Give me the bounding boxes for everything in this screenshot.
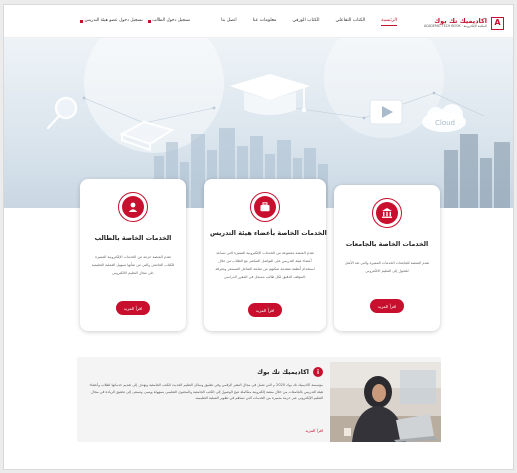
nav-item-interactive-book[interactable]: الكتاب التفاعلي: [336, 17, 366, 26]
logo-subtitle: ACADEMIC TECH BOOK · المكتبة الإلكترونية: [423, 23, 487, 28]
login-icon: [147, 19, 151, 23]
briefcase-icon: [254, 196, 276, 218]
card-icon-ring: [118, 192, 148, 222]
student-icon: [122, 196, 144, 218]
site-header: اكاديميك تك بوك ACADEMIC TECH BOOK · الم…: [4, 5, 513, 38]
card-faculty-services: الخدمات الخاصة بأعضاء هيئة التدريس تقدم …: [204, 179, 327, 331]
about-paragraph: مؤسسة اكاديميك تك بوك 2020 م التي تعمل ف…: [89, 383, 323, 400]
login-icon: [80, 19, 83, 23]
read-more-button[interactable]: اقرأ المزيد: [116, 301, 150, 315]
read-more-button[interactable]: اقرأ المزيد: [248, 303, 282, 317]
card-description: تقدم المنصة مجموعة من الخدمات الإلكتروني…: [215, 251, 315, 279]
about-photo: [330, 362, 441, 442]
auth-links: تسجيل دخول الطالب تسجيل دخول عضو هيئة ال…: [80, 17, 190, 25]
student-login-label: تسجيل دخول الطالب: [152, 18, 191, 23]
faculty-login-label: تسجيل دخول عضو هيئة التدريس: [84, 18, 143, 23]
card-title: الخدمات الخاصة بالجامعات: [345, 240, 429, 248]
nav-item-about[interactable]: معلومات عنا: [253, 17, 277, 26]
about-heading: اكاديميك تك بوك i: [257, 367, 323, 377]
card-description: تقدم المنصة حزمة من الخدمات الإلكترونية …: [91, 255, 175, 275]
card-icon-ring: [250, 192, 280, 222]
university-icon: [376, 202, 398, 224]
main-nav: الرئيسية الكتاب التفاعلي الكتاب الورقي م…: [221, 17, 397, 26]
logo-text: اكاديميك تك بوك ACADEMIC TECH BOOK · الم…: [423, 17, 487, 29]
card-student-services: الخدمات الخاصة بالطالب تقدم المنصة حزمة …: [80, 179, 186, 331]
about-title: اكاديميك تك بوك: [257, 368, 309, 376]
card-title: الخدمات الخاصة بأعضاء هيئة التدريس: [210, 229, 327, 237]
read-more-button[interactable]: اقرأ المزيد: [370, 299, 404, 313]
faculty-login-link[interactable]: تسجيل دخول عضو هيئة التدريس: [80, 17, 143, 25]
about-section: اكاديميك تك بوك i مؤسسة اكاديميك تك بوك …: [77, 357, 441, 442]
card-university-services: الخدمات الخاصة بالجامعات تقدم المنصة للج…: [334, 185, 440, 331]
card-icon-ring: [372, 198, 402, 228]
browser-viewport: اكاديميك تك بوك ACADEMIC TECH BOOK · الم…: [3, 4, 514, 470]
about-read-more-link[interactable]: اقرأ المزيد: [305, 428, 323, 433]
card-title: الخدمات الخاصة بالطالب: [94, 234, 172, 242]
nav-item-paper-book[interactable]: الكتاب الورقي: [292, 17, 319, 26]
nav-item-contact[interactable]: اتصل بنا: [221, 17, 237, 26]
logo-mark-icon: A: [491, 16, 504, 30]
nav-item-home[interactable]: الرئيسية: [381, 17, 397, 26]
site-logo[interactable]: اكاديميك تك بوك ACADEMIC TECH BOOK · الم…: [424, 12, 504, 34]
student-login-link[interactable]: تسجيل دخول الطالب: [147, 17, 191, 25]
card-description: تقدم المنصة للجامعات الخدمات المميزة وال…: [344, 261, 430, 273]
cloud-label: Cloud: [435, 119, 455, 127]
info-icon: i: [313, 367, 323, 377]
video-play-icon: [369, 99, 403, 125]
magnifier-icon: [46, 96, 78, 130]
